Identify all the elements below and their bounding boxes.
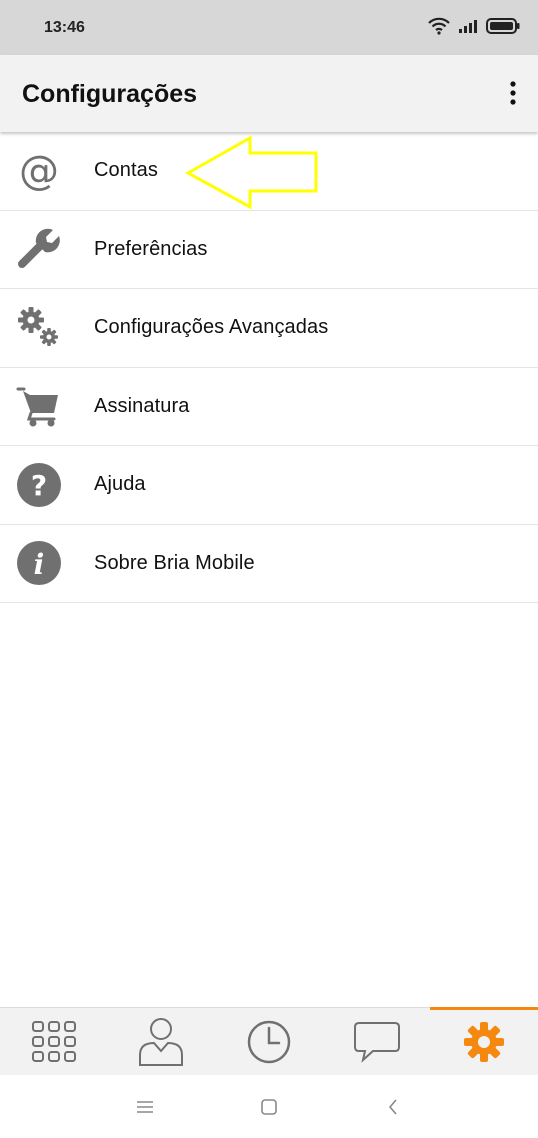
settings-item-label: Assinatura <box>94 394 190 417</box>
dialpad-icon <box>31 1020 76 1062</box>
battery-icon <box>486 17 520 39</box>
status-time: 13:46 <box>44 19 85 36</box>
status-icons <box>428 16 520 40</box>
gears-icon <box>16 305 62 351</box>
status-bar: 13:46 <box>0 0 538 55</box>
wrench-icon <box>16 226 62 272</box>
bottom-nav <box>0 1007 538 1075</box>
signal-icon <box>458 18 478 39</box>
overflow-menu-button[interactable] <box>502 77 524 109</box>
page-title: Configurações <box>22 80 198 108</box>
back-button[interactable] <box>378 1092 408 1122</box>
app-bar: Configurações <box>0 55 538 132</box>
tab-contacts[interactable] <box>108 1008 216 1075</box>
home-button[interactable] <box>254 1092 284 1122</box>
settings-item-avancadas[interactable]: Configurações Avançadas <box>0 289 538 368</box>
system-nav <box>0 1075 538 1138</box>
messages-icon <box>353 1021 400 1063</box>
settings-item-ajuda[interactable]: ? Ajuda <box>0 446 538 525</box>
settings-gear-icon <box>464 1021 505 1062</box>
settings-item-label: Contas <box>94 159 158 182</box>
history-icon <box>247 1020 291 1063</box>
recents-button[interactable] <box>130 1092 160 1122</box>
svg-text:?: ? <box>31 469 47 502</box>
settings-item-label: Sobre Bria Mobile <box>94 551 255 574</box>
contacts-icon <box>139 1017 184 1066</box>
home-square-icon <box>261 1098 277 1115</box>
settings-item-assinatura[interactable]: Assinatura <box>0 368 538 446</box>
settings-item-label: Preferências <box>94 237 208 260</box>
menu-icon <box>137 1100 153 1113</box>
tab-history[interactable] <box>215 1008 323 1075</box>
back-chevron-icon <box>388 1098 397 1115</box>
more-vert-icon <box>510 81 516 105</box>
at-sign-icon: @ <box>16 148 62 194</box>
settings-item-preferencias[interactable]: Preferências <box>0 211 538 289</box>
wifi-icon <box>428 17 450 40</box>
settings-item-label: Configurações Avançadas <box>94 316 329 339</box>
tab-messages[interactable] <box>323 1008 431 1075</box>
tab-dialpad[interactable] <box>0 1008 108 1075</box>
settings-item-sobre[interactable]: i Sobre Bria Mobile <box>0 525 538 603</box>
annotation-arrow-icon <box>184 135 318 210</box>
help-icon: ? <box>16 462 62 508</box>
info-icon: i <box>16 540 62 586</box>
tab-settings[interactable] <box>430 1007 538 1075</box>
settings-item-label: Ajuda <box>94 473 146 496</box>
svg-text:i: i <box>34 548 45 581</box>
svg-text:@: @ <box>19 149 59 193</box>
cart-icon <box>16 383 62 429</box>
